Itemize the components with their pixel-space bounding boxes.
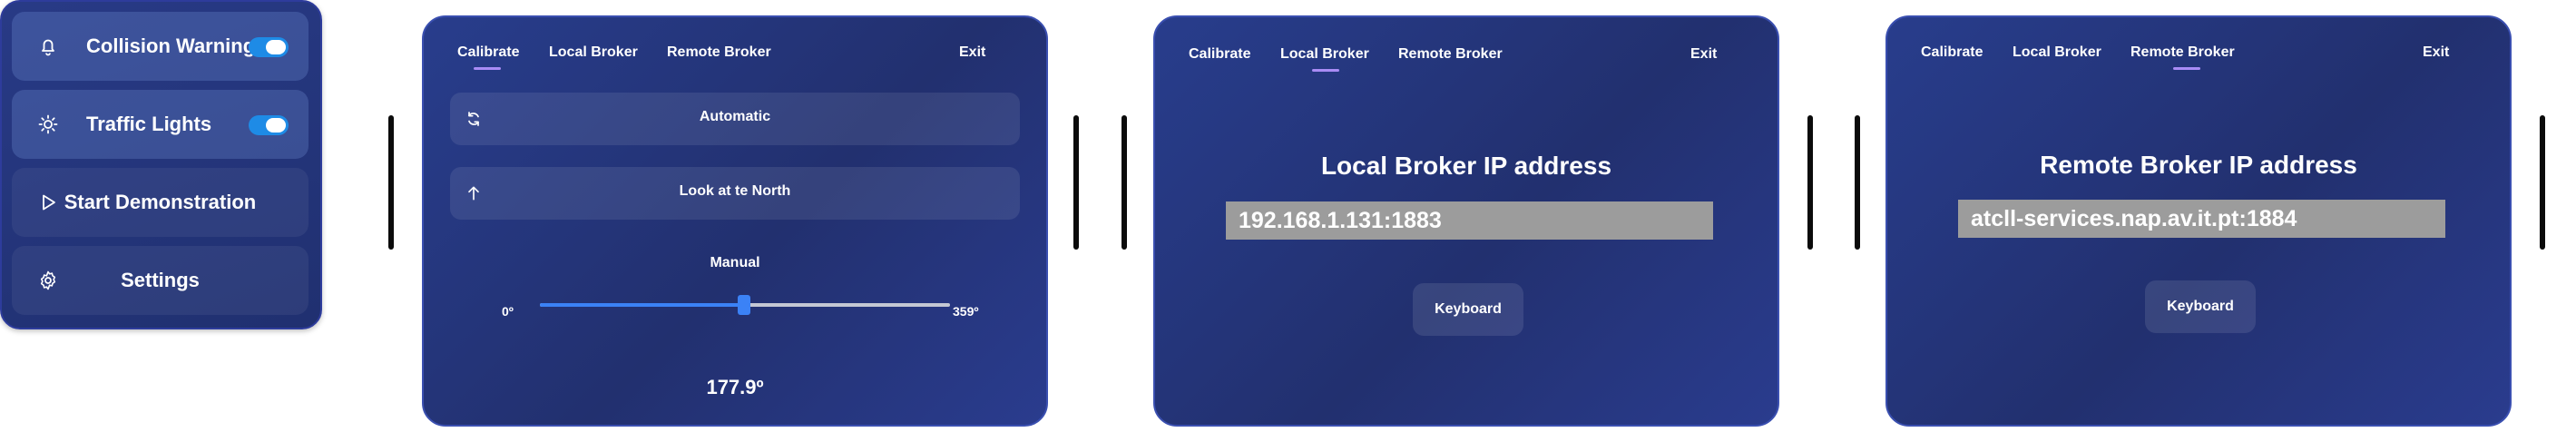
- menu-label-start-demonstration: Start Demonstration: [64, 191, 257, 213]
- menu-label-settings: Settings: [121, 269, 200, 291]
- active-tab-indicator: [474, 67, 501, 70]
- side-menu: Collision Warning Traffic Lights Start D…: [0, 0, 322, 329]
- manual-label: Manual: [710, 255, 760, 270]
- slider-fill: [540, 303, 744, 307]
- active-tab-indicator: [1312, 69, 1339, 72]
- tab-remote-broker[interactable]: Remote Broker: [1398, 46, 1503, 63]
- tab-remote-broker[interactable]: Remote Broker: [2130, 44, 2235, 61]
- remote-broker-panel: Calibrate Local Broker Remote Broker Exi…: [1885, 15, 2512, 427]
- menu-item-collision-warning[interactable]: Collision Warning: [12, 12, 309, 81]
- tab-calibrate[interactable]: Calibrate: [457, 44, 519, 61]
- traffic-lights-toggle[interactable]: [249, 115, 289, 135]
- panel-divider: [388, 115, 394, 250]
- local-broker-title: Local Broker IP address: [1320, 152, 1612, 180]
- tab-calibrate[interactable]: Calibrate: [1189, 46, 1250, 63]
- tab-remote-broker[interactable]: Remote Broker: [667, 44, 771, 61]
- slider-min-label: 0º: [502, 304, 514, 319]
- keyboard-button[interactable]: Keyboard: [2145, 280, 2256, 333]
- panel-divider: [1855, 115, 1860, 250]
- sun-icon: [38, 114, 58, 134]
- menu-item-traffic-lights[interactable]: Traffic Lights: [12, 90, 309, 159]
- exit-button[interactable]: Exit: [1690, 46, 1717, 63]
- keyboard-button[interactable]: Keyboard: [1413, 283, 1523, 336]
- local-broker-panel: Calibrate Local Broker Remote Broker Exi…: [1153, 15, 1779, 427]
- bell-icon: [42, 39, 54, 56]
- remote-broker-title: Remote Broker IP address: [2040, 151, 2357, 179]
- remote-broker-ip-field[interactable]: atcll-services.nap.av.it.pt:1884: [1958, 200, 2445, 238]
- tab-local-broker[interactable]: Local Broker: [2013, 44, 2101, 61]
- tab-local-broker[interactable]: Local Broker: [1280, 46, 1369, 63]
- look-north-button[interactable]: Look at te North: [450, 167, 1020, 220]
- slider-max-label: 359º: [953, 304, 979, 319]
- look-north-label: Look at te North: [679, 183, 791, 199]
- tab-local-broker[interactable]: Local Broker: [549, 44, 638, 61]
- heading-slider[interactable]: [540, 293, 950, 317]
- automatic-button[interactable]: Automatic: [450, 93, 1020, 145]
- calibrate-panel: Calibrate Local Broker Remote Broker Exi…: [422, 15, 1048, 427]
- heading-value: 177.9º: [706, 376, 764, 398]
- menu-item-settings[interactable]: Settings: [12, 246, 309, 315]
- menu-label-collision-warning: Collision Warning: [86, 34, 256, 57]
- panel-divider: [1807, 115, 1813, 250]
- collision-warning-toggle[interactable]: [249, 37, 289, 57]
- local-broker-ip-field[interactable]: 192.168.1.131:1883: [1226, 201, 1713, 240]
- automatic-label: Automatic: [699, 109, 771, 124]
- active-tab-indicator: [2173, 67, 2200, 70]
- exit-button[interactable]: Exit: [2423, 44, 2449, 61]
- panel-divider: [2540, 115, 2545, 250]
- menu-label-traffic-lights: Traffic Lights: [86, 113, 212, 135]
- menu-item-start-demonstration[interactable]: Start Demonstration: [12, 168, 309, 237]
- panel-divider: [1073, 115, 1079, 250]
- tab-calibrate[interactable]: Calibrate: [1921, 44, 1983, 61]
- panel-divider: [1121, 115, 1127, 250]
- exit-button[interactable]: Exit: [959, 44, 985, 61]
- slider-thumb[interactable]: [737, 295, 750, 315]
